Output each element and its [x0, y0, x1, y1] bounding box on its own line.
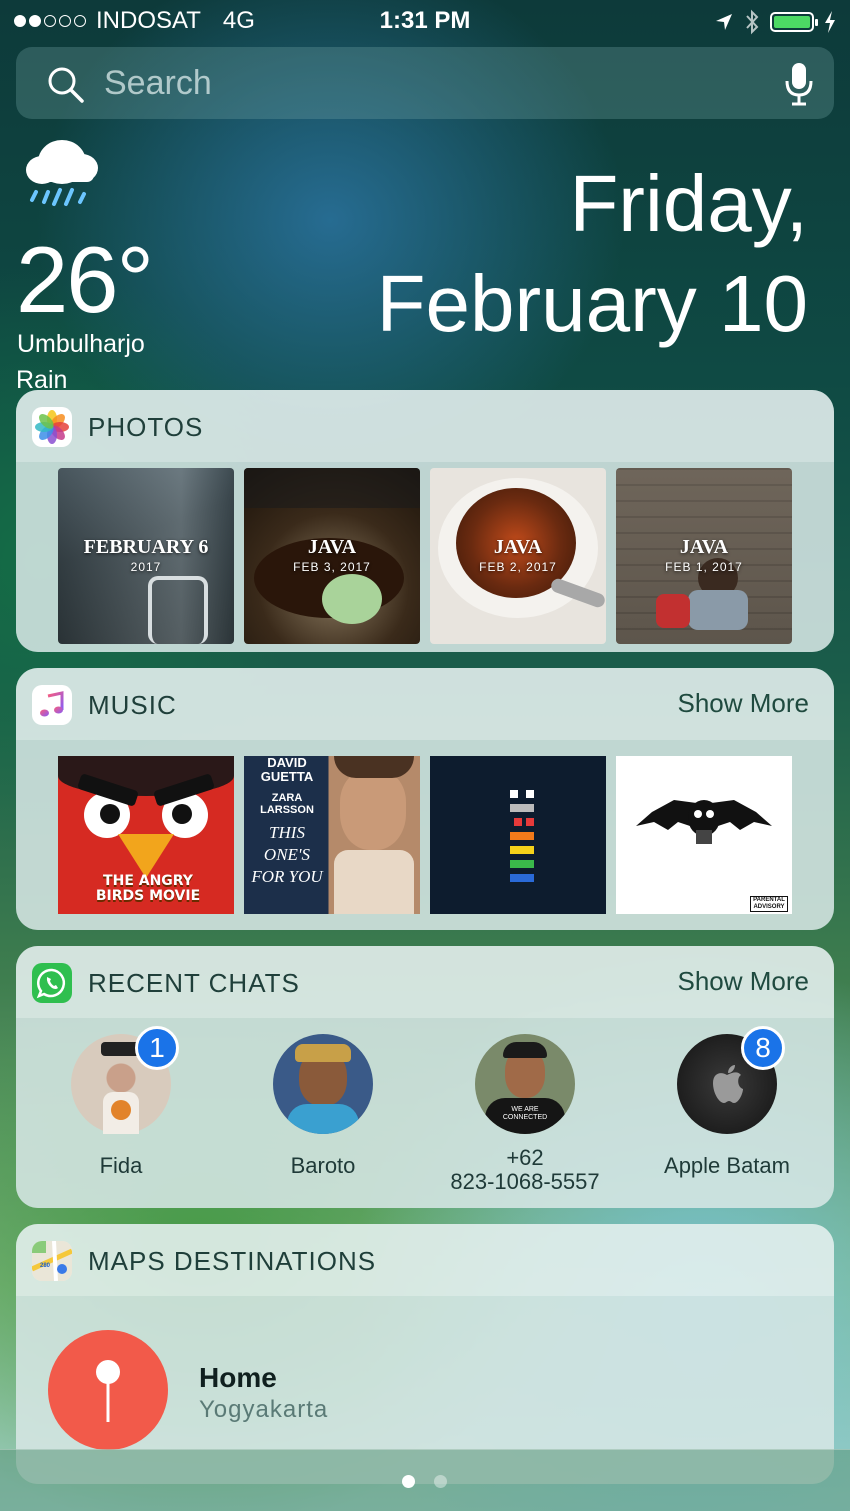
photo-memory-3[interactable]: JAVA FEB 2, 2017 — [430, 468, 606, 644]
photo-memory-date: 2017 — [130, 560, 162, 574]
album-artist: DAVID GUETTA — [260, 756, 314, 784]
maps-icon-route-number: 280 — [40, 1263, 51, 1269]
charging-bolt-icon — [825, 11, 835, 33]
recent-chats-widget-title: RECENT CHATS — [88, 968, 300, 998]
chat-contact-fida[interactable]: 1 Fida — [21, 1026, 221, 1178]
date-weekday: Friday, — [569, 159, 808, 248]
chat-contact-name: Fida — [99, 1153, 143, 1178]
maps-widget-header[interactable]: 280 MAPS DESTINATIONS — [16, 1224, 834, 1296]
music-widget[interactable]: MUSIC Show More THE ANGRY BIRDS MOVIE DA… — [16, 668, 834, 930]
apple-logo-icon — [713, 1065, 743, 1103]
avatar — [273, 1034, 373, 1134]
photo-memory-date: FEB 2, 2017 — [479, 560, 557, 574]
chat-contact-name-line1: +62 — [506, 1145, 544, 1170]
maps-widget-title: MAPS DESTINATIONS — [88, 1246, 377, 1276]
page-indicator[interactable] — [0, 1449, 850, 1511]
avatar: WE ARE CONNECTED — [475, 1034, 575, 1134]
photos-widget-header[interactable]: PHOTOS — [16, 390, 834, 462]
location-arrow-icon — [716, 14, 732, 30]
album-feat: ZARA LARSSON — [260, 792, 314, 816]
shirt-print-text: WE ARE CONNECTED — [502, 1106, 548, 1121]
temperature: 26° — [16, 227, 154, 332]
photo-memory-1[interactable]: FEBRUARY 6 2017 — [58, 468, 234, 644]
chats-show-more-button[interactable]: Show More — [678, 966, 810, 997]
maps-app-icon: 280 — [32, 1241, 72, 1281]
album-david-guetta[interactable]: DAVID GUETTA ZARA LARSSON THIS ONE'S FOR… — [244, 756, 420, 914]
photo-memory-title: FEBRUARY 6 — [83, 536, 209, 558]
photos-app-icon — [32, 407, 72, 447]
album-angry-birds[interactable]: THE ANGRY BIRDS MOVIE — [58, 756, 234, 914]
recent-chats-widget[interactable]: RECENT CHATS Show More 1 Fida Baroto WE … — [16, 946, 834, 1208]
photos-widget-title: PHOTOS — [88, 412, 204, 442]
page-dot-active[interactable] — [402, 1475, 415, 1488]
page-dot-inactive[interactable] — [434, 1475, 447, 1488]
chat-contact-name-line2: 823-1068-5557 — [450, 1169, 600, 1194]
chat-contact-name: Baroto — [290, 1153, 356, 1178]
unread-badge: 1 — [135, 1026, 179, 1070]
music-widget-title: MUSIC — [88, 690, 177, 720]
photo-memory-date: FEB 1, 2017 — [665, 560, 743, 574]
weather-location: Umbulharjo — [17, 330, 145, 358]
maps-destination-name: Home — [199, 1362, 277, 1393]
maps-widget[interactable]: 280 MAPS DESTINATIONS Home Yogyakarta — [16, 1224, 834, 1484]
chat-contact-baroto[interactable]: Baroto — [223, 1034, 423, 1178]
music-widget-header[interactable]: MUSIC Show More — [16, 668, 834, 740]
chat-contact-apple-batam[interactable]: 8 Apple Batam — [627, 1026, 827, 1178]
status-bar: INDOSAT 4G 1:31 PM — [0, 0, 850, 42]
photo-memory-4[interactable]: JAVA FEB 1, 2017 — [616, 468, 792, 644]
album-avenged-sevenfold[interactable]: PARENTAL ADVISORY — [616, 756, 792, 914]
music-app-icon — [32, 685, 72, 725]
search-input[interactable] — [104, 63, 764, 103]
status-icons — [714, 9, 836, 35]
album-text: THE ANGRY BIRDS MOVIE — [95, 873, 201, 904]
photo-memory-title: JAVA — [307, 536, 357, 558]
map-pin-icon — [48, 1330, 168, 1450]
search-bar[interactable] — [16, 47, 834, 119]
photo-memory-title: JAVA — [679, 536, 729, 558]
maps-destination-subtitle: Yogyakarta — [199, 1396, 329, 1423]
microphone-icon[interactable] — [784, 61, 814, 107]
date-day: February 10 — [376, 259, 808, 348]
album-coldplay-x-and-y[interactable] — [430, 756, 606, 914]
rain-cloud-icon — [26, 140, 98, 206]
avatar: 1 — [71, 1026, 179, 1134]
battery-icon — [770, 12, 818, 32]
photo-memory-title: JAVA — [493, 536, 543, 558]
chat-contact-name: +62 823-1068-5557 — [425, 1146, 625, 1194]
bluetooth-icon — [746, 9, 759, 35]
recent-chats-widget-header[interactable]: RECENT CHATS Show More — [16, 946, 834, 1018]
avatar: 8 — [677, 1026, 785, 1134]
parental-advisory-label: PARENTAL ADVISORY — [750, 896, 788, 912]
whatsapp-app-icon — [32, 963, 72, 1003]
photo-memory-2[interactable]: JAVA FEB 3, 2017 — [244, 468, 420, 644]
music-show-more-button[interactable]: Show More — [678, 688, 810, 719]
album-song: THIS ONE'S FOR YOU — [251, 823, 323, 886]
chat-contact-phone-number[interactable]: WE ARE CONNECTED +62 823-1068-5557 — [425, 1034, 625, 1194]
unread-badge: 8 — [741, 1026, 785, 1070]
chat-contact-name: Apple Batam — [664, 1153, 790, 1178]
search-icon — [48, 67, 84, 103]
photos-widget[interactable]: PHOTOS FEBRUARY 6 2017 JAVA FEB 3, 2017 … — [16, 390, 834, 652]
photo-memory-date: FEB 3, 2017 — [293, 560, 371, 574]
